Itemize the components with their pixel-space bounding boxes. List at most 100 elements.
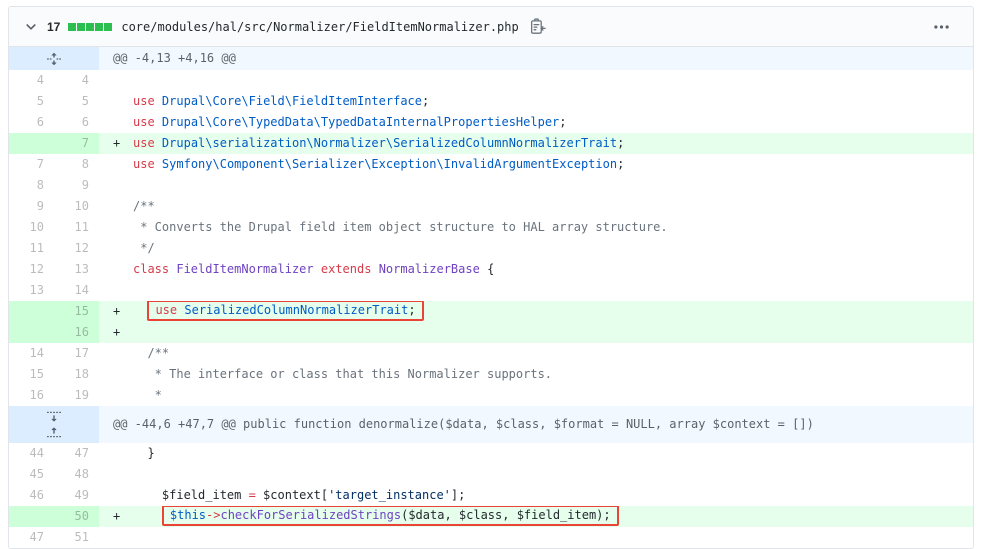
- code-text: */: [133, 241, 155, 255]
- old-line-number[interactable]: 16: [9, 385, 54, 406]
- diff-row-context: 89: [9, 175, 973, 196]
- diff-row-addition: 15 + use SerializedColumnNormalizerTrait;: [9, 301, 973, 322]
- old-line-number[interactable]: 10: [9, 217, 54, 238]
- old-line-number[interactable]: 15: [9, 364, 54, 385]
- code-line: +: [99, 322, 973, 343]
- diffstat-square: [95, 22, 104, 31]
- file-header: 17 core/modules/hal/src/Normalizer/Field…: [9, 7, 973, 47]
- new-line-number[interactable]: 7: [54, 133, 99, 154]
- new-line-number[interactable]: 9: [54, 175, 99, 196]
- old-line-number[interactable]: 9: [9, 196, 54, 217]
- old-line-number[interactable]: 13: [9, 280, 54, 301]
- code-text: /**: [133, 199, 155, 213]
- diff-row-context: 6 6 use Drupal\Core\TypedData\TypedDataInt…: [9, 112, 973, 133]
- diff-row-context: 15 18 * The interface or class that this …: [9, 364, 973, 385]
- old-line-number[interactable]: 4: [9, 70, 54, 91]
- old-line-number[interactable]: [9, 506, 54, 527]
- new-line-number[interactable]: 11: [54, 217, 99, 238]
- diff-table: @@ -4,13 +4,16 @@ 4 4 5 5 use Drupal\Core\Fie…: [9, 47, 973, 548]
- code-line: $field_item = $context['target_instance'…: [99, 485, 973, 506]
- new-line-number[interactable]: 13: [54, 259, 99, 280]
- new-line-number[interactable]: 51: [54, 527, 99, 548]
- code-text: use Drupal\Core\Field\FieldItemInterface…: [133, 94, 430, 108]
- hunk-header-text: @@ -4,13 +4,16 @@: [99, 47, 973, 70]
- new-line-number[interactable]: 47: [54, 443, 99, 464]
- code-line: }: [99, 443, 973, 464]
- new-line-number[interactable]: 18: [54, 364, 99, 385]
- diffstat-square: [86, 22, 95, 31]
- code-text: use Drupal\serialization\Normalizer\Seri…: [133, 136, 625, 150]
- code-line: * Converts the Drupal field item object …: [99, 217, 973, 238]
- kebab-menu-icon[interactable]: [932, 21, 951, 33]
- diff-row-context: 9 10 /**: [9, 196, 973, 217]
- new-line-number[interactable]: 12: [54, 238, 99, 259]
- new-line-number[interactable]: 6: [54, 112, 99, 133]
- diff-row-context: 45 48: [9, 464, 973, 485]
- old-line-number[interactable]: 47: [9, 527, 54, 548]
- diff-row-context: 13 14: [9, 280, 973, 301]
- copy-path-icon[interactable]: [529, 18, 546, 35]
- old-line-number[interactable]: 7: [9, 154, 54, 175]
- new-line-number[interactable]: 14: [54, 280, 99, 301]
- old-line-number[interactable]: [9, 322, 54, 343]
- new-line-number[interactable]: 15: [54, 301, 99, 322]
- fold-up-icon[interactable]: [47, 426, 61, 440]
- old-line-number[interactable]: 45: [9, 464, 54, 485]
- old-line-number[interactable]: [9, 301, 54, 322]
- old-line-number[interactable]: 11: [9, 238, 54, 259]
- code-line: + $this->checkForSerializedStrings($data…: [99, 506, 973, 527]
- unfold-icon[interactable]: [47, 52, 61, 66]
- expand-gutter: [9, 406, 99, 443]
- file-diff-panel: 17 core/modules/hal/src/Normalizer/Field…: [8, 6, 974, 549]
- diff-row-context: 44: [9, 70, 973, 91]
- code-text: /**: [133, 346, 170, 360]
- old-line-number[interactable]: 46: [9, 485, 54, 506]
- new-line-number[interactable]: 4: [54, 70, 99, 91]
- new-line-number[interactable]: 48: [54, 464, 99, 485]
- old-line-number[interactable]: [9, 133, 54, 154]
- old-line-number[interactable]: 5: [9, 91, 54, 112]
- annotation-box: $this->checkForSerializedStrings($data, …: [161, 506, 619, 526]
- code-line: *: [99, 385, 973, 406]
- code-text: }: [133, 446, 155, 460]
- diffstat-squares: [68, 22, 113, 31]
- old-line-number[interactable]: 6: [9, 112, 54, 133]
- new-line-number[interactable]: 5: [54, 91, 99, 112]
- code-line: use Drupal\Core\TypedData\TypedDataInter…: [99, 112, 973, 133]
- fold-down-icon[interactable]: [47, 409, 61, 423]
- expand-gutter: [9, 47, 99, 70]
- diff-row-context: 7 8 use Symfony\Component\Serializer\Excep…: [9, 154, 973, 175]
- new-line-number[interactable]: 50: [54, 506, 99, 527]
- new-line-number[interactable]: 8: [54, 154, 99, 175]
- diff-row-context: 11 12 */: [9, 238, 973, 259]
- old-line-number[interactable]: 8: [9, 175, 54, 196]
- diff-row-context: 47 51: [9, 527, 973, 548]
- annotation-box: use SerializedColumnNormalizerTrait;: [147, 301, 424, 321]
- chevron-down-icon[interactable]: [25, 21, 37, 33]
- code-line: + use Drupal\serialization\Normalizer\Ser…: [99, 133, 973, 154]
- diff-row-context: 16 19 *: [9, 385, 973, 406]
- diff-row-context: 14 17 /**: [9, 343, 973, 364]
- diff-row-addition: 50 + $this->checkForSerializedStrings($da…: [9, 506, 973, 527]
- new-line-number[interactable]: 16: [54, 322, 99, 343]
- code-line: class FieldItemNormalizer extends Normal…: [99, 259, 973, 280]
- old-line-number[interactable]: 12: [9, 259, 54, 280]
- code-line: use Symfony\Component\Serializer\Excepti…: [99, 154, 973, 175]
- new-line-number[interactable]: 49: [54, 485, 99, 506]
- diff-sign: +: [113, 304, 121, 318]
- new-line-number[interactable]: 19: [54, 385, 99, 406]
- diffstat-square: [104, 22, 113, 31]
- hunk-header-text: @@ -44,6 +47,7 @@ public function denorm…: [99, 406, 973, 443]
- new-line-number[interactable]: 10: [54, 196, 99, 217]
- new-line-number[interactable]: 17: [54, 343, 99, 364]
- diff-row-context: 5 5 use Drupal\Core\Field\FieldItemInterfa…: [9, 91, 973, 112]
- old-line-number[interactable]: 14: [9, 343, 54, 364]
- diff-sign: +: [113, 509, 121, 523]
- code-line: * The interface or class that this Norma…: [99, 364, 973, 385]
- old-line-number[interactable]: 44: [9, 443, 54, 464]
- diff-sign: +: [113, 136, 121, 150]
